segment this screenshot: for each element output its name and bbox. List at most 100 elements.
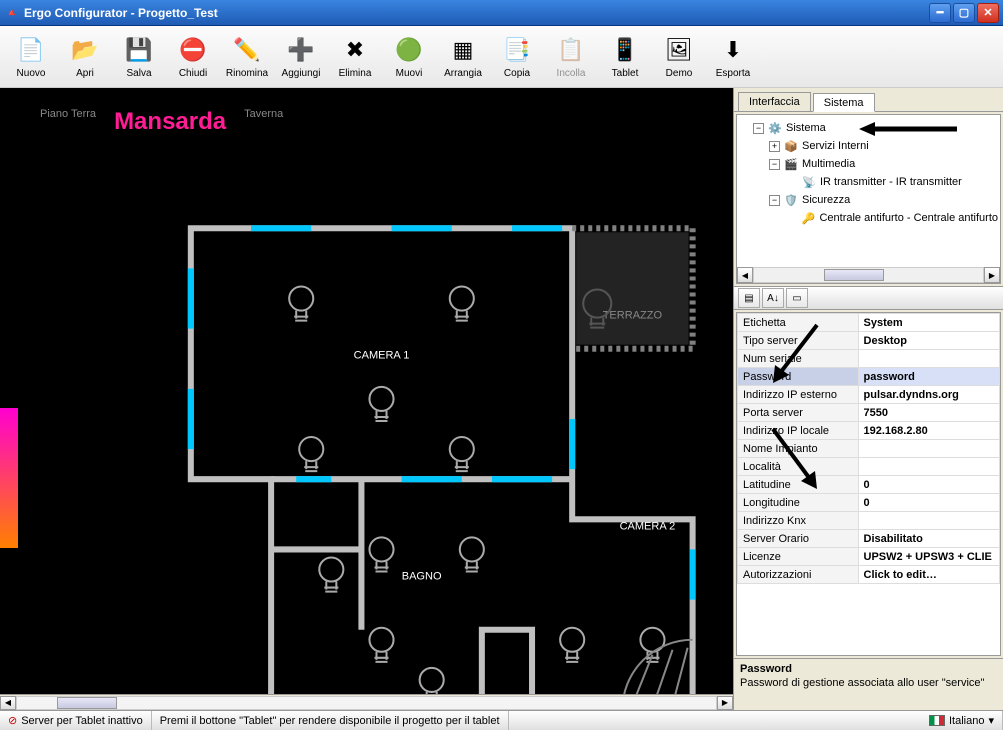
- side-tab-sistema[interactable]: Sistema: [813, 93, 875, 112]
- property-value[interactable]: Disabilitato: [858, 530, 999, 548]
- property-name: Password: [738, 368, 859, 386]
- side-tabs: InterfacciaSistema: [734, 88, 1003, 112]
- toolbar-label: Arrangia: [444, 68, 482, 79]
- arrangia-button[interactable]: ▦ Arrangia: [438, 29, 488, 85]
- property-row[interactable]: AutorizzazioniClick to edit…: [738, 566, 1000, 584]
- copia-button[interactable]: 📑Copia: [492, 29, 542, 85]
- apri-button[interactable]: 📂Apri: [60, 29, 110, 85]
- chiudi-button[interactable]: ⛔Chiudi: [168, 29, 218, 85]
- property-toolbar: ▤ A↓ ▭: [734, 286, 1003, 310]
- demo-icon: 🖼: [663, 34, 695, 66]
- muovi-icon: 🟢: [393, 34, 425, 66]
- tree-node-centrale-antifurto[interactable]: 🔑Centrale antifurto - Centrale antifurto: [739, 209, 998, 227]
- property-row[interactable]: EtichettaSystem: [738, 314, 1000, 332]
- side-tab-interfaccia[interactable]: Interfaccia: [738, 92, 811, 111]
- scroll-right-button[interactable]: ▶: [717, 696, 733, 710]
- minimize-button[interactable]: ━: [929, 3, 951, 23]
- property-row[interactable]: Latitudine0: [738, 476, 1000, 494]
- property-name: Licenze: [738, 548, 859, 566]
- property-value[interactable]: [858, 512, 999, 530]
- property-row[interactable]: Longitudine0: [738, 494, 1000, 512]
- toolbar-label: Tablet: [612, 68, 639, 79]
- property-help-desc: Password di gestione associata allo user…: [740, 677, 997, 689]
- property-row[interactable]: Indirizzo IP esternopulsar.dyndns.org: [738, 386, 1000, 404]
- tree-node-sicurezza[interactable]: −🛡️Sicurezza: [739, 191, 998, 209]
- chiudi-icon: ⛔: [177, 34, 209, 66]
- arrangia-icon: ▦: [447, 34, 479, 66]
- tree-node-servizi-interni[interactable]: +📦Servizi Interni: [739, 137, 998, 155]
- property-name: Indirizzo IP locale: [738, 422, 859, 440]
- close-button[interactable]: ✕: [977, 3, 999, 23]
- svg-text:TERRAZZO: TERRAZZO: [603, 310, 663, 322]
- property-row[interactable]: Server OrarioDisabilitato: [738, 530, 1000, 548]
- property-row[interactable]: Indirizzo IP locale192.168.2.80: [738, 422, 1000, 440]
- toolbar-label: Apri: [76, 68, 94, 79]
- property-value[interactable]: 7550: [858, 404, 999, 422]
- property-value[interactable]: [858, 350, 999, 368]
- property-pages-button[interactable]: ▭: [786, 288, 808, 308]
- demo-button[interactable]: 🖼 Demo: [654, 29, 704, 85]
- property-value[interactable]: [858, 458, 999, 476]
- alphabetical-button[interactable]: A↓: [762, 288, 784, 308]
- property-name: Latitudine: [738, 476, 859, 494]
- toolbar-label: Nuovo: [17, 68, 46, 79]
- property-name: Indirizzo IP esterno: [738, 386, 859, 404]
- property-value[interactable]: 0: [858, 494, 999, 512]
- property-row[interactable]: Località: [738, 458, 1000, 476]
- aggiungi-button[interactable]: ➕Aggiungi: [276, 29, 326, 85]
- property-value[interactable]: password: [858, 368, 999, 386]
- floor-tab-2[interactable]: Taverna: [244, 108, 283, 136]
- tree-node-multimedia[interactable]: −🎬Multimedia: [739, 155, 998, 173]
- property-row[interactable]: Indirizzo Knx: [738, 512, 1000, 530]
- property-value[interactable]: UPSW2 + UPSW3 + CLIE: [858, 548, 999, 566]
- muovi-button[interactable]: 🟢 Muovi: [384, 29, 434, 85]
- property-value[interactable]: Desktop: [858, 332, 999, 350]
- floor-tab-0[interactable]: Piano Terra: [40, 108, 96, 136]
- property-value[interactable]: System: [858, 314, 999, 332]
- property-row[interactable]: LicenzeUPSW2 + UPSW3 + CLIE: [738, 548, 1000, 566]
- property-grid[interactable]: EtichettaSystemTipo serverDesktopNum ser…: [736, 312, 1001, 656]
- status-server: ⊘Server per Tablet inattivo: [0, 711, 152, 730]
- tree-scroll-right[interactable]: ▶: [984, 267, 1000, 283]
- property-row[interactable]: Passwordpassword: [738, 368, 1000, 386]
- maximize-button[interactable]: ▢: [953, 3, 975, 23]
- canvas-horizontal-scrollbar[interactable]: ◀ ▶: [0, 694, 733, 710]
- nuovo-button[interactable]: 📄Nuovo: [6, 29, 56, 85]
- toolbar-label: Muovi: [396, 68, 423, 79]
- status-bar: ⊘Server per Tablet inattivo Premi il bot…: [0, 710, 1003, 730]
- elimina-icon: ✖: [339, 34, 371, 66]
- property-value[interactable]: pulsar.dyndns.org: [858, 386, 999, 404]
- property-value[interactable]: 0: [858, 476, 999, 494]
- property-row[interactable]: Nome Impianto: [738, 440, 1000, 458]
- property-name: Etichetta: [738, 314, 859, 332]
- system-tree[interactable]: −⚙️Sistema +📦Servizi Interni −🎬Multimedi…: [736, 114, 1001, 284]
- elimina-button[interactable]: ✖Elimina: [330, 29, 380, 85]
- floorplan-canvas[interactable]: Piano Terra Mansarda Taverna: [0, 88, 733, 710]
- property-value[interactable]: [858, 440, 999, 458]
- salva-button[interactable]: 💾Salva: [114, 29, 164, 85]
- property-row[interactable]: Tipo serverDesktop: [738, 332, 1000, 350]
- property-name: Indirizzo Knx: [738, 512, 859, 530]
- toolbar-label: Copia: [504, 68, 530, 79]
- scroll-left-button[interactable]: ◀: [0, 696, 16, 710]
- rinomina-button[interactable]: ✏️Rinomina: [222, 29, 272, 85]
- tree-scroll-left[interactable]: ◀: [737, 267, 753, 283]
- status-hint: Premi il bottone "Tablet" per rendere di…: [152, 711, 509, 730]
- esporta-button[interactable]: ⬇Esporta: [708, 29, 758, 85]
- incolla-button: 📋Incolla: [546, 29, 596, 85]
- tree-node-sistema[interactable]: −⚙️Sistema: [739, 119, 998, 137]
- property-value[interactable]: 192.168.2.80: [858, 422, 999, 440]
- property-value[interactable]: Click to edit…: [858, 566, 999, 584]
- toolbar-label: Rinomina: [226, 68, 268, 79]
- categorized-button[interactable]: ▤: [738, 288, 760, 308]
- tablet-button[interactable]: 📱Tablet: [600, 29, 650, 85]
- floor-tab-1[interactable]: Mansarda: [114, 108, 226, 136]
- tree-node-ir-transmitter[interactable]: 📡IR transmitter - IR transmitter: [739, 173, 998, 191]
- status-language[interactable]: Italiano▾: [921, 711, 1003, 730]
- svg-text:BAGNO: BAGNO: [402, 571, 442, 583]
- svg-text:CAMERA 2: CAMERA 2: [620, 520, 676, 532]
- svg-text:CAMERA 1: CAMERA 1: [354, 350, 410, 362]
- property-row[interactable]: Num seriale: [738, 350, 1000, 368]
- toolbar-label: Demo: [666, 68, 693, 79]
- property-row[interactable]: Porta server7550: [738, 404, 1000, 422]
